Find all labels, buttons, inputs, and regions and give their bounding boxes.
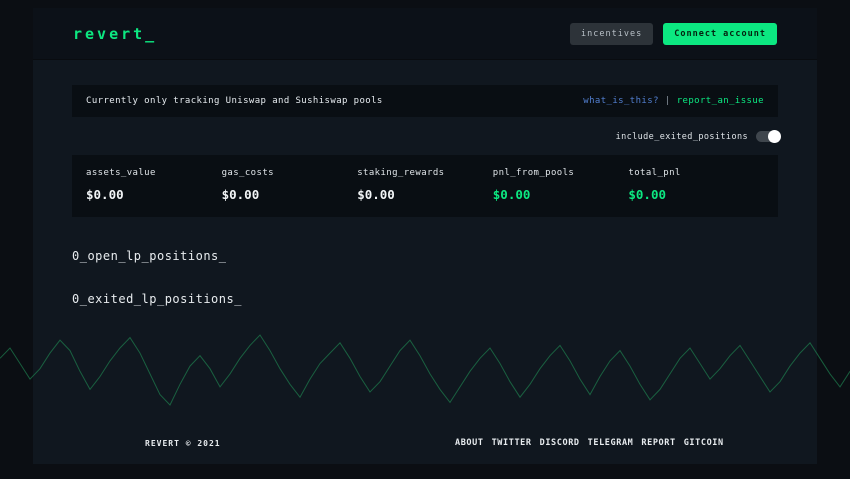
stat-label: pnl_from_pools xyxy=(493,168,629,178)
portfolio-stats-panel: assets_value $0.00 gas_costs $0.00 staki… xyxy=(72,155,778,217)
stat-assets-value: assets_value $0.00 xyxy=(86,168,222,202)
footer-link-telegram[interactable]: TELEGRAM xyxy=(588,438,634,448)
what-is-this-link[interactable]: what_is_this? xyxy=(583,96,659,106)
stat-label: assets_value xyxy=(86,168,222,178)
footer-link-about[interactable]: ABOUT xyxy=(455,438,484,448)
stat-label: total_pnl xyxy=(628,168,764,178)
stat-value: $0.00 xyxy=(86,187,222,202)
header: revert_ incentives Connect account xyxy=(33,8,817,60)
revert-logo[interactable]: revert_ xyxy=(73,25,157,43)
header-actions: incentives Connect account xyxy=(570,23,777,45)
incentives-button[interactable]: incentives xyxy=(570,23,653,45)
stat-gas-costs: gas_costs $0.00 xyxy=(222,168,358,202)
stat-total-pnl: total_pnl $0.00 xyxy=(628,168,764,202)
link-separator: | xyxy=(665,96,671,106)
tracking-info-text: Currently only tracking Uniswap and Sush… xyxy=(86,96,383,106)
toggle-label: include_exited_positions xyxy=(616,132,748,142)
include-exited-positions-toggle[interactable] xyxy=(756,131,780,142)
stat-value: $0.00 xyxy=(222,187,358,202)
exited-positions-toggle-row: include_exited_positions xyxy=(72,131,780,142)
report-an-issue-link[interactable]: report_an_issue xyxy=(677,96,764,106)
footer-copyright: REVERT © 2021 xyxy=(145,439,221,448)
stat-value: $0.00 xyxy=(628,187,764,202)
app-container: revert_ incentives Connect account Curre… xyxy=(33,8,817,464)
exited-lp-positions-heading: 0_exited_lp_positions_ xyxy=(72,292,817,306)
footer-link-report[interactable]: REPORT xyxy=(641,438,675,448)
footer-link-gitcoin[interactable]: GITCOIN xyxy=(684,438,724,448)
stat-label: staking_rewards xyxy=(357,168,493,178)
stat-staking-rewards: staking_rewards $0.00 xyxy=(357,168,493,202)
footer-link-discord[interactable]: DISCORD xyxy=(540,438,580,448)
banner-links: what_is_this? | report_an_issue xyxy=(583,96,764,106)
stat-value: $0.00 xyxy=(357,187,493,202)
tracking-info-banner: Currently only tracking Uniswap and Sush… xyxy=(72,85,778,117)
footer-links: ABOUT TWITTER DISCORD TELEGRAM REPORT GI… xyxy=(455,438,724,448)
stat-value: $0.00 xyxy=(493,187,629,202)
open-lp-positions-heading: 0_open_lp_positions_ xyxy=(72,249,817,263)
footer-link-twitter[interactable]: TWITTER xyxy=(492,438,532,448)
connect-account-button[interactable]: Connect account xyxy=(663,23,777,45)
toggle-knob xyxy=(768,130,781,143)
stat-pnl-from-pools: pnl_from_pools $0.00 xyxy=(493,168,629,202)
stat-label: gas_costs xyxy=(222,168,358,178)
